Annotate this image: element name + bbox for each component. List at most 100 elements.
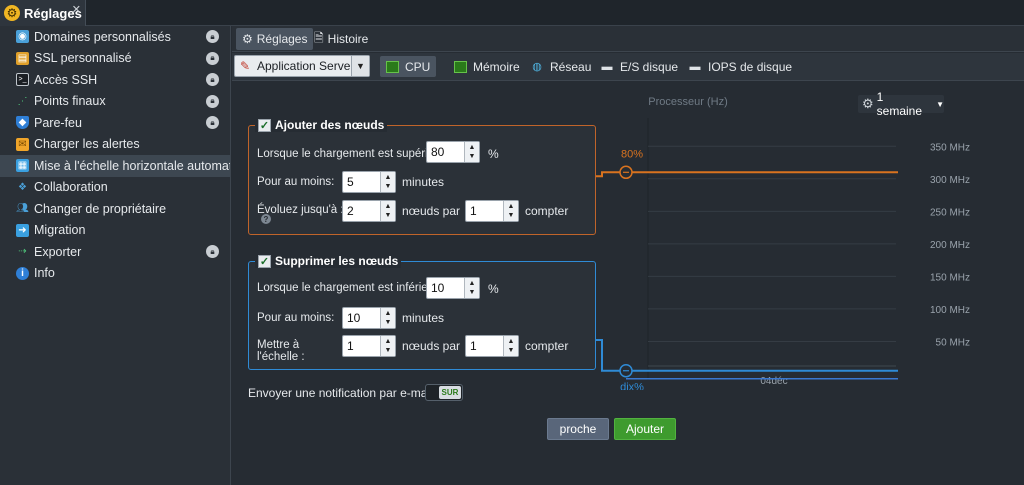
remove-duration-label: Pour au moins: [257, 312, 335, 324]
sidebar-item-change-owner[interactable]: 👥︎ Changer de propriétaire [0, 198, 230, 220]
remove-threshold-label: Lorsque le chargement est inférieur à [257, 282, 448, 294]
lock-icon: 🔒︎ [206, 245, 219, 258]
add-step-value: 1 [470, 204, 477, 218]
stepper-icon[interactable]: ▲ ▼ [380, 201, 395, 221]
sidebar-item-firewall[interactable]: ◆ Pare-feu 🔒︎ [0, 112, 230, 134]
metrics-toolbar: ✎ Application Servers ▼ CPU Mémoire ◍ Ré… [232, 53, 1024, 81]
collaboration-icon: ❖ [18, 181, 27, 193]
y-tick-label: 350 MHz [930, 142, 970, 153]
add-nodes-checkbox[interactable]: ✓ [258, 118, 271, 132]
sidebar-item-info[interactable]: i Info [0, 263, 230, 285]
remove-threshold-value: 10 [431, 281, 445, 295]
add-threshold-unit: % [488, 147, 499, 161]
upper-threshold-label: 80% [621, 148, 643, 160]
add-threshold-input[interactable]: 80 ▲ ▼ [426, 141, 480, 163]
lock-icon: 🔒︎ [206, 51, 219, 65]
metric-cpu-button[interactable]: CPU [380, 56, 437, 77]
remove-nodes-header: ✓ Supprimer les nœuds [255, 254, 402, 268]
remove-nodes-by-label: nœuds par [402, 339, 461, 353]
scaling-icon: ▦ [16, 159, 29, 173]
remove-duration-value: 10 [347, 311, 361, 325]
disk-icon: ▬ [601, 60, 613, 73]
remove-threshold-input[interactable]: 10 ▲ ▼ [426, 277, 480, 299]
metric-disk-iops-label: IOPS de disque [708, 59, 793, 74]
metric-memory-button[interactable]: Mémoire [448, 56, 526, 77]
sidebar-item-export[interactable]: ⇢ Exporter 🔒︎ [0, 241, 230, 263]
sidebar-item-label: Collaboration [34, 180, 108, 195]
shield-icon: ◆ [16, 116, 29, 130]
gear-icon: ⚙ [242, 32, 253, 46]
add-step-input[interactable]: 1 ▲ ▼ [465, 200, 519, 222]
add-scale-label: Évoluez jusqu'à : [257, 204, 344, 216]
add-max-nodes-value: 2 [347, 204, 354, 218]
stepper-icon[interactable]: ▲ ▼ [380, 336, 395, 356]
remove-min-nodes-value: 1 [347, 339, 354, 353]
domain-icon: ◉ [16, 30, 29, 44]
y-tick-label: 50 MHz [936, 337, 970, 348]
metric-memory-label: Mémoire [473, 59, 520, 74]
y-tick-label: 150 MHz [930, 272, 970, 283]
main-panel: ⚙ Réglages 🗎︎ Histoire ✎ Application Ser… [232, 26, 1024, 485]
sidebar-item-ssh-access[interactable]: >_ Accès SSH 🔒︎ [0, 69, 230, 91]
remove-duration-unit: minutes [402, 311, 445, 325]
add-duration-unit: minutes [402, 175, 445, 189]
close-button[interactable]: proche [547, 418, 609, 440]
help-icon[interactable]: ? [261, 214, 271, 224]
remove-step-value: 1 [470, 339, 477, 353]
add-duration-label: Pour au moins: [257, 176, 335, 188]
y-tick-label: 200 MHz [930, 240, 970, 251]
sidebar-item-label: Domaines personnalisés [34, 29, 171, 44]
add-threshold-label: Lorsque le chargement est supérieur à [257, 148, 454, 160]
stepper-icon[interactable]: ▲ ▼ [503, 201, 518, 221]
metric-disk-io-label: E/S disque [620, 59, 679, 74]
remove-count-label: compter [525, 339, 569, 353]
sidebar-item-endpoints[interactable]: ⋰ Points finaux 🔒︎ [0, 91, 230, 113]
settings-subtabs: ⚙ Réglages 🗎︎ Histoire [232, 26, 1024, 52]
sidebar-item-horizontal-autoscaling[interactable]: ▦ Mise à l'échelle horizontale automatiq… [0, 155, 230, 177]
sidebar-item-custom-domains[interactable]: ◉ Domaines personnalisés 🔒︎ [0, 26, 230, 48]
node-group-select[interactable]: ✎ Application Servers ▼ [234, 55, 370, 77]
sidebar-item-custom-ssl[interactable]: ▤ SSL personnalisé 🔒︎ [0, 48, 230, 70]
globe-icon: ◍ [532, 61, 542, 73]
sidebar-item-load-alerts[interactable]: ✉ Charger les alertes [0, 134, 230, 156]
remove-duration-input[interactable]: 10 ▲ ▼ [342, 307, 396, 329]
add-duration-value: 5 [347, 175, 354, 189]
add-nodes-header: ✓ Ajouter des nœuds [255, 118, 388, 132]
stepper-icon[interactable]: ▲ ▼ [464, 142, 479, 162]
remove-min-nodes-input[interactable]: 1 ▲ ▼ [342, 335, 396, 357]
lower-threshold-label: dix% [620, 382, 644, 390]
email-notification-label: Envoyer une notification par e-mail : [248, 386, 440, 400]
remove-nodes-panel: ✓ Supprimer les nœuds Lorsque le chargem… [248, 254, 596, 370]
close-icon[interactable]: ✕ [72, 3, 81, 16]
sidebar-item-migration[interactable]: ➜ Migration [0, 220, 230, 242]
add-button[interactable]: Ajouter [614, 418, 676, 440]
stepper-icon[interactable]: ▲ ▼ [464, 278, 479, 298]
cpu-chart: Processeur (Hz) 350 MHz 300 MHz 250 MHz 200 … [596, 96, 970, 390]
add-max-nodes-input[interactable]: 2 ▲ ▼ [342, 200, 396, 222]
stepper-icon[interactable]: ▲ ▼ [380, 308, 395, 328]
add-duration-input[interactable]: 5 ▲ ▼ [342, 171, 396, 193]
sidebar-item-label: Mise à l'échelle horizontale automatique [34, 158, 230, 173]
stepper-icon[interactable]: ▲ ▼ [380, 172, 395, 192]
sidebar: ◉ Domaines personnalisés 🔒︎ ▤ SSL person… [0, 26, 231, 485]
node-group-value: Application Servers [257, 59, 361, 73]
tab-settings-window[interactable]: ⚙ Réglages ✕ [0, 0, 86, 26]
endpoints-icon: ⋰ [17, 95, 28, 107]
sidebar-item-collaboration[interactable]: ❖ Collaboration [0, 177, 230, 199]
remove-nodes-checkbox[interactable]: ✓ [258, 254, 271, 268]
remove-step-input[interactable]: 1 ▲ ▼ [465, 335, 519, 357]
stepper-icon[interactable]: ▲ ▼ [503, 336, 518, 356]
tab-settings[interactable]: ⚙ Réglages [236, 28, 314, 50]
disk-icon: ▬ [689, 60, 701, 73]
metric-network-button[interactable]: ◍ Réseau [524, 56, 597, 77]
lock-icon: 🔒︎ [206, 116, 219, 129]
document-icon: 🗎︎ [314, 30, 324, 45]
metric-disk-iops-button[interactable]: ▬ IOPS de disque [682, 56, 798, 77]
time-range-select[interactable]: ⚙ 1 semaine ▼ [858, 90, 944, 118]
add-count-label: compter [525, 204, 569, 218]
metric-disk-io-button[interactable]: ▬ E/S disque [594, 56, 684, 77]
lock-icon: 🔒︎ [206, 94, 219, 108]
chevron-down-icon[interactable]: ▼ [351, 56, 369, 76]
email-notification-toggle[interactable]: SUR [425, 384, 463, 401]
tab-history[interactable]: 🗎︎ Histoire [308, 28, 374, 50]
